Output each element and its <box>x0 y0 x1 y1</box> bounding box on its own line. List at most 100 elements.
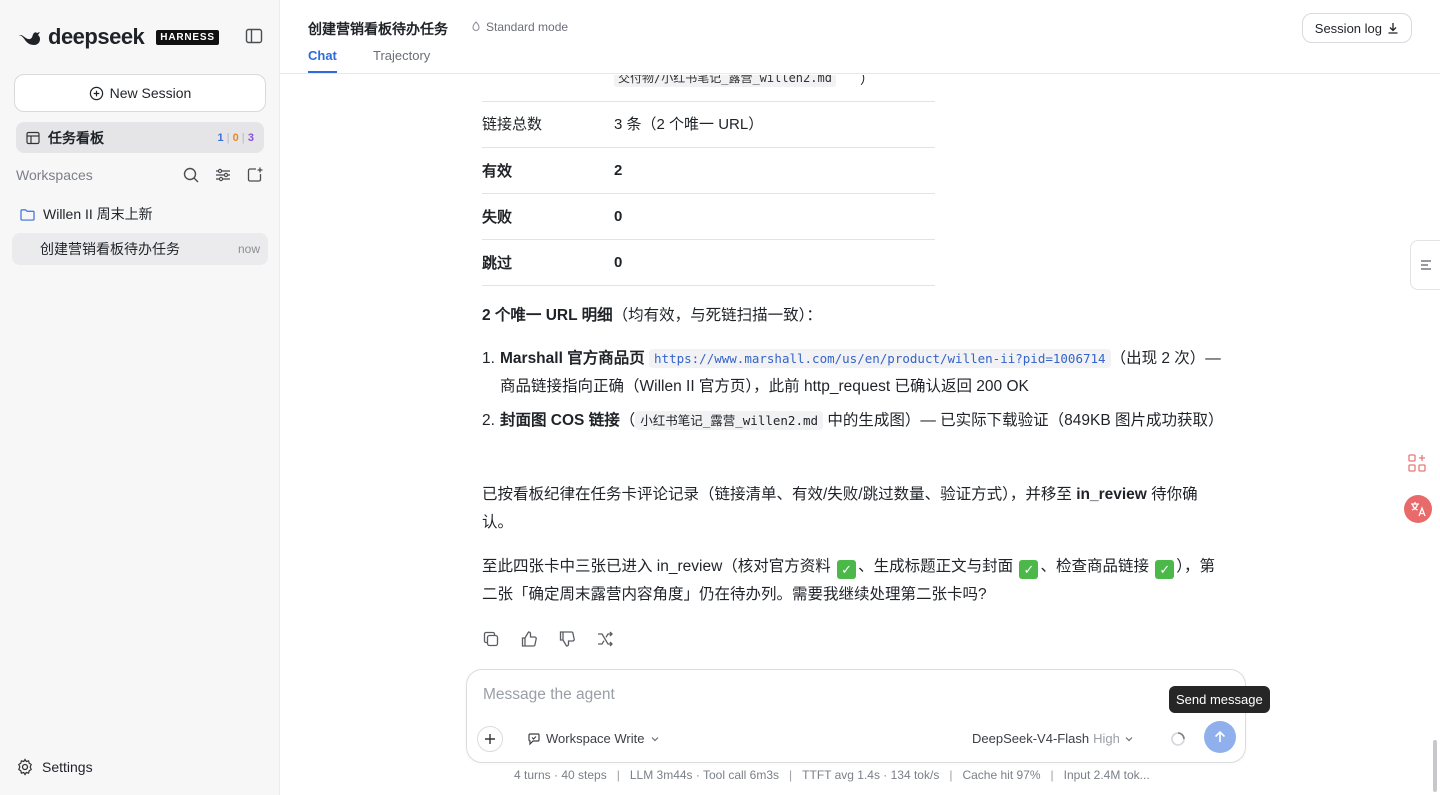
workspace-write-label: Workspace Write <box>546 731 645 746</box>
branch-icon[interactable] <box>596 630 614 648</box>
board-counts: 1 | 0 | 3 <box>217 131 254 144</box>
new-session-button[interactable]: New Session <box>14 74 266 112</box>
settings-button[interactable]: Settings <box>16 758 93 776</box>
count-in-review: 3 <box>247 131 254 144</box>
check-icon: ✓ <box>1019 560 1039 579</box>
thumbs-down-icon[interactable] <box>558 630 576 648</box>
urls-heading-rest: （均有效，与死链扫描一致）： <box>612 307 822 324</box>
new-workspace-icon[interactable] <box>246 166 264 184</box>
board-icon <box>26 131 40 144</box>
arrow-up-icon <box>1214 730 1226 742</box>
summary-paragraph: 至此四张卡中三张已进入 in_review（核对官方资料 ✓ 、生成标题正文与封面… <box>482 553 1227 609</box>
thumbs-up-icon[interactable] <box>520 630 538 648</box>
link-check-table: 链接总数 3 条（2 个唯一 URL） 有效 2 失败 0 跳过 0 <box>482 101 935 286</box>
folder-icon <box>20 208 35 221</box>
session-log-label: Session log <box>1314 20 1382 36</box>
translate-glyph-icon <box>1411 502 1426 517</box>
task-board-item[interactable]: 任务看板 1 | 0 | 3 <box>16 122 264 153</box>
check-icon: ✓ <box>837 560 857 579</box>
permission-icon <box>528 732 540 745</box>
mode-icon <box>472 21 480 31</box>
sidebar: deepseek HARNESS New Session 任务看板 1 | 0 … <box>0 0 280 795</box>
session-item[interactable]: 创建营销看板待办任务 now <box>12 233 268 265</box>
table-cell-value: 0 <box>614 253 623 271</box>
scrollbar-thumb[interactable] <box>1433 740 1437 792</box>
table-row: 有效 2 <box>482 147 935 193</box>
send-button[interactable] <box>1204 721 1236 753</box>
count-todo: 1 <box>217 131 224 144</box>
download-icon <box>1388 23 1398 34</box>
workspaces-label: Workspaces <box>16 167 93 183</box>
mode-label: Standard mode <box>486 20 569 34</box>
chevron-down-icon <box>651 736 658 741</box>
table-cell-key: 链接总数 <box>482 116 543 134</box>
search-icon[interactable] <box>182 166 200 184</box>
sidebar-toggle-icon[interactable] <box>245 27 263 45</box>
stat-turns: 4 turns · 40 steps <box>514 768 607 782</box>
table-cell-value: 0 <box>614 207 623 225</box>
partial-close-paren: ） <box>860 75 874 87</box>
workspace-name: Willen II 周末上新 <box>43 206 153 222</box>
settings-label: Settings <box>42 759 93 775</box>
gear-icon <box>18 758 32 776</box>
check-icon: ✓ <box>1155 560 1175 579</box>
session-title: 创建营销看板待办任务 <box>40 241 180 257</box>
chat-content: 交付物/小红书笔记_露营_willen2.md ） 链接总数 3 条（2 个唯一… <box>280 75 1410 665</box>
stat-llm: LLM 3m44s · Tool call 6m3s <box>629 768 780 782</box>
session-log-button[interactable]: Session log <box>1301 13 1412 43</box>
logo-text: deepseek <box>48 24 145 49</box>
table-cell-value: 3 条（2 个唯一 URL） <box>614 116 764 134</box>
model-select[interactable]: DeepSeek-V4-Flash High <box>972 731 1134 746</box>
attach-button[interactable] <box>477 726 503 752</box>
grid-plus-icon[interactable] <box>1406 452 1428 474</box>
copy-icon[interactable] <box>482 630 500 648</box>
model-level: High <box>1093 731 1120 746</box>
table-row: 失败 0 <box>482 193 935 239</box>
stat-input: Input 2.4M tok... <box>1063 768 1150 782</box>
in-review-label: in_review <box>1076 486 1147 503</box>
page-title: 创建营销看板待办任务 <box>308 21 448 37</box>
review-paragraph: 已按看板纪律在任务卡评论记录（链接清单、有效/失败/跳过数量、验证方式），并移至… <box>482 481 1227 537</box>
outline-toggle[interactable] <box>1410 240 1440 290</box>
stat-ttft: TTFT avg 1.4s · 134 tok/s <box>802 768 940 782</box>
chevron-down-icon <box>1125 736 1133 741</box>
whale-logo-icon <box>18 32 40 45</box>
workspace-write-select[interactable]: Workspace Write <box>527 731 660 746</box>
active-tab-indicator <box>308 71 337 73</box>
table-row: 链接总数 3 条（2 个唯一 URL） <box>482 101 935 147</box>
urls-heading: 2 个唯一 URL 明细（均有效，与死链扫描一致）： <box>482 302 1227 330</box>
harness-badge: HARNESS <box>156 29 219 45</box>
task-board-label: 任务看板 <box>48 129 104 146</box>
review-text-a: 已按看板纪律在任务卡评论记录（链接清单、有效/失败/跳过数量、验证方式），并移至 <box>482 486 1077 503</box>
item-pre: （ <box>619 412 636 429</box>
item-text: 中的生成图）— 已实际下载验证（849KB 图片成功获取） <box>827 412 1224 429</box>
plus-icon <box>485 734 495 744</box>
partial-file-code: 交付物/小红书笔记_露营_willen2.md <box>614 75 836 87</box>
filter-icon[interactable] <box>214 166 232 184</box>
count-in-progress: 0 <box>232 131 239 144</box>
file-code: 小红书笔记_露营_willen2.md <box>635 411 824 430</box>
url-code[interactable]: https://www.marshall.com/us/en/product/w… <box>649 349 1111 368</box>
table-cell-key: 失败 <box>482 208 513 226</box>
tab-trajectory[interactable]: Trajectory <box>373 48 430 63</box>
logo: deepseek HARNESS <box>16 24 219 50</box>
new-session-label: New Session <box>109 85 192 101</box>
mode-indicator: Standard mode <box>470 20 568 34</box>
workspace-item[interactable]: Willen II 周末上新 <box>20 204 153 224</box>
message-input[interactable] <box>483 686 1133 704</box>
table-cell-key: 有效 <box>482 162 513 180</box>
session-stats: 4 turns · 40 steps | LLM 3m44s · Tool call… <box>514 768 1150 782</box>
table-row: 跳过 0 <box>482 239 935 285</box>
stat-cache: Cache hit 97% <box>962 768 1041 782</box>
tab-chat[interactable]: Chat <box>308 48 337 63</box>
list-item: 1. Marshall 官方商品页 https://www.marshall.c… <box>482 345 1227 401</box>
translate-icon[interactable] <box>1404 495 1432 523</box>
list-item: 2. 封面图 COS 链接（ 小红书笔记_露营_willen2.md 中的生成图）… <box>482 407 1227 435</box>
urls-heading-bold: 2 个唯一 URL 明细 <box>482 307 613 324</box>
composer: Workspace Write DeepSeek-V4-Flash High <box>466 669 1246 763</box>
url-list: 1. Marshall 官方商品页 https://www.marshall.c… <box>482 345 1227 441</box>
workspaces-header: Workspaces <box>16 166 264 184</box>
item-title: 封面图 COS 链接 <box>500 412 620 429</box>
model-name: DeepSeek-V4-Flash <box>972 731 1090 746</box>
table-cell-key: 跳过 <box>482 254 513 272</box>
